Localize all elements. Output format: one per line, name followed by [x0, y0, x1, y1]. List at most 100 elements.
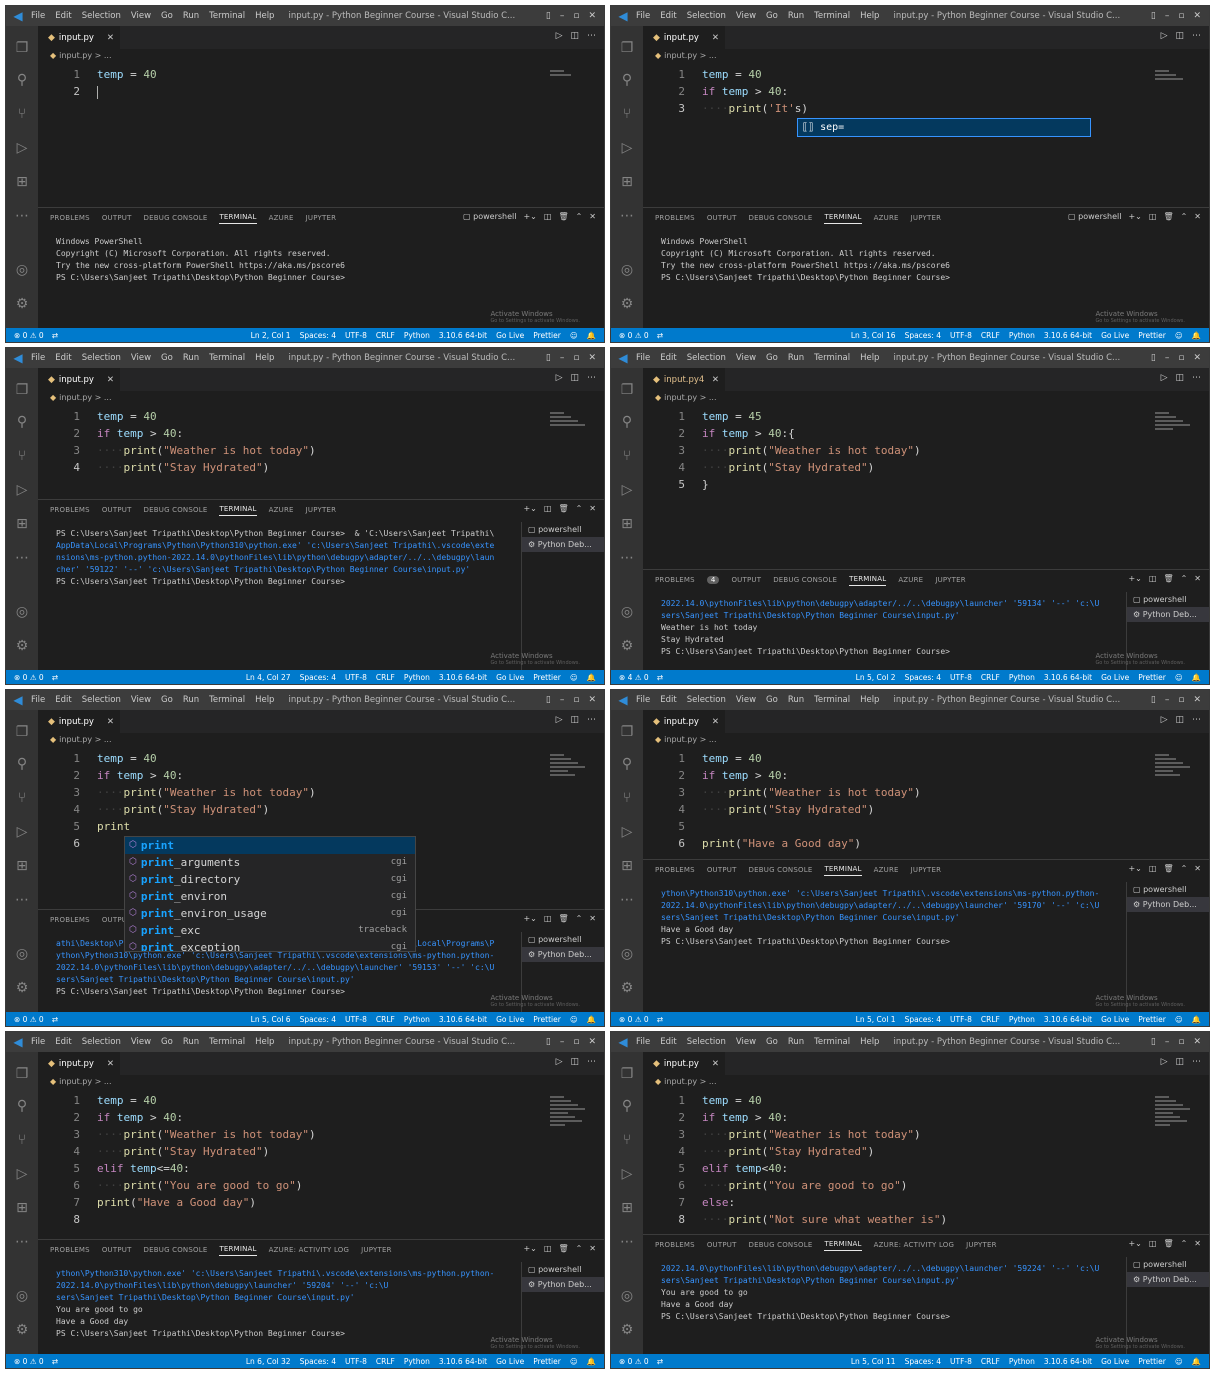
- new-terminal-icon[interactable]: +⌄: [1128, 574, 1141, 583]
- close-button[interactable]: ✕: [1193, 695, 1201, 705]
- notifications-icon[interactable]: 🔔: [1192, 1357, 1201, 1366]
- status-language[interactable]: Python: [1009, 331, 1035, 340]
- layout-icon[interactable]: ▯: [546, 1037, 551, 1047]
- run-debug-icon[interactable]: ▷: [12, 1164, 32, 1184]
- panel-tab-problems[interactable]: PROBLEMS: [655, 576, 695, 584]
- run-file-icon[interactable]: ▷: [556, 373, 563, 383]
- panel-tab-output[interactable]: OUTPUT: [707, 1241, 737, 1249]
- tab-input-py[interactable]: ◆ input.py ✕: [38, 368, 120, 391]
- run-debug-icon[interactable]: ▷: [12, 138, 32, 158]
- new-terminal-icon[interactable]: +⌄: [523, 212, 536, 221]
- files-icon[interactable]: ❐: [617, 380, 637, 400]
- status-prettier[interactable]: Prettier: [1138, 331, 1166, 340]
- search-icon[interactable]: ⚲: [12, 70, 32, 90]
- panel-tab-jupyter[interactable]: JUPYTER: [361, 1246, 392, 1254]
- minimap[interactable]: [1155, 1096, 1195, 1136]
- status-language[interactable]: Python: [404, 1357, 430, 1366]
- menu-item-run[interactable]: Run: [788, 695, 804, 705]
- status-indentation[interactable]: Spaces: 4: [300, 673, 336, 682]
- account-icon[interactable]: ◎: [617, 260, 637, 280]
- split-editor-icon[interactable]: ◫: [1175, 31, 1184, 41]
- status-indentation[interactable]: Spaces: 4: [905, 1015, 941, 1024]
- close-panel-icon[interactable]: ✕: [1194, 1239, 1201, 1248]
- menu-item-view[interactable]: View: [131, 1037, 151, 1047]
- status-cursor-position[interactable]: Ln 5, Col 11: [851, 1357, 896, 1366]
- terminal-output[interactable]: 2022.14.0\pythonFiles\lib\python\debugpy…: [661, 1263, 1117, 1352]
- new-terminal-icon[interactable]: +⌄: [1128, 1239, 1141, 1248]
- status-go-live[interactable]: Go Live: [496, 1357, 524, 1366]
- extensions-icon[interactable]: ⊞: [617, 856, 637, 876]
- kill-terminal-icon[interactable]: 🗑: [558, 1244, 568, 1253]
- status-language[interactable]: Python: [404, 331, 430, 340]
- close-panel-icon[interactable]: ✕: [589, 914, 596, 923]
- status-prettier[interactable]: Prettier: [1138, 1015, 1166, 1024]
- menu-item-selection[interactable]: Selection: [82, 695, 121, 705]
- kill-terminal-icon[interactable]: 🗑: [558, 212, 568, 221]
- status-go-live[interactable]: Go Live: [1101, 331, 1129, 340]
- tab-close-icon[interactable]: ✕: [107, 717, 114, 727]
- notifications-icon[interactable]: 🔔: [587, 673, 596, 682]
- files-icon[interactable]: ❐: [617, 38, 637, 58]
- maximize-panel-icon[interactable]: ⌃: [576, 914, 583, 923]
- code-editor[interactable]: 1 temp = 40 2 if temp > 40: 3 ····print("Weat…: [643, 1092, 1209, 1228]
- menu-item-terminal[interactable]: Terminal: [814, 353, 850, 363]
- terminal-list-item[interactable]: ▢ powershell: [522, 1262, 604, 1277]
- menu-item-go[interactable]: Go: [161, 353, 173, 363]
- status-prettier[interactable]: Prettier: [533, 1015, 561, 1024]
- status-prettier[interactable]: Prettier: [533, 331, 561, 340]
- menu-item-view[interactable]: View: [736, 11, 756, 21]
- breadcrumb[interactable]: ◆ input.py > ...: [655, 393, 717, 402]
- status-language[interactable]: Python: [1009, 1357, 1035, 1366]
- menu-item-go[interactable]: Go: [766, 1037, 778, 1047]
- kill-terminal-icon[interactable]: 🗑: [1163, 864, 1173, 873]
- close-panel-icon[interactable]: ✕: [589, 212, 596, 221]
- more-icon[interactable]: ⋯: [12, 890, 32, 910]
- source-control-icon[interactable]: ⑂: [617, 788, 637, 808]
- settings-gear-icon[interactable]: ⚙: [617, 294, 637, 314]
- panel-tab-problems[interactable]: PROBLEMS: [50, 506, 90, 514]
- extensions-icon[interactable]: ⊞: [12, 856, 32, 876]
- maximize-button[interactable]: ▫: [573, 353, 579, 363]
- menu-item-run[interactable]: Run: [788, 1037, 804, 1047]
- panel-tab-terminal[interactable]: TERMINAL: [824, 865, 862, 876]
- live-share-icon[interactable]: ⇄: [52, 673, 58, 682]
- menu-item-help[interactable]: Help: [255, 695, 274, 705]
- menu-item-file[interactable]: File: [636, 1037, 650, 1047]
- settings-gear-icon[interactable]: ⚙: [617, 636, 637, 656]
- autocomplete-item[interactable]: ⬡ print: [125, 837, 415, 854]
- panel-tab-output[interactable]: OUTPUT: [102, 214, 132, 222]
- menu-item-edit[interactable]: Edit: [660, 11, 676, 21]
- files-icon[interactable]: ❐: [617, 722, 637, 742]
- more-actions-icon[interactable]: ⋯: [587, 715, 596, 725]
- tab-input-py[interactable]: ◆ input.py ✕: [643, 26, 725, 49]
- more-icon[interactable]: ⋯: [617, 548, 637, 568]
- menu-item-edit[interactable]: Edit: [660, 1037, 676, 1047]
- menu-item-selection[interactable]: Selection: [687, 353, 726, 363]
- menu-item-go[interactable]: Go: [766, 695, 778, 705]
- autocomplete-item[interactable]: ⬡ print _environ_usage cgi: [125, 905, 415, 922]
- feedback-icon[interactable]: ☺: [570, 673, 578, 682]
- search-icon[interactable]: ⚲: [617, 1096, 637, 1116]
- status-go-live[interactable]: Go Live: [1101, 673, 1129, 682]
- kill-terminal-icon[interactable]: 🗑: [558, 504, 568, 513]
- menu-item-edit[interactable]: Edit: [55, 695, 71, 705]
- panel-tab-output[interactable]: OUTPUT: [707, 214, 737, 222]
- status-encoding[interactable]: UTF-8: [950, 331, 972, 340]
- search-icon[interactable]: ⚲: [12, 412, 32, 432]
- panel-tab-debug-console[interactable]: DEBUG CONSOLE: [749, 214, 813, 222]
- more-icon[interactable]: ⋯: [617, 206, 637, 226]
- terminal-output[interactable]: ython\Python310\python.exe' 'c:\Users\Sa…: [56, 1268, 512, 1352]
- terminal-list-item[interactable]: ⚙ Python Deb...: [1127, 897, 1209, 912]
- panel-tab-problems[interactable]: PROBLEMS: [50, 1246, 90, 1254]
- layout-icon[interactable]: ▯: [1151, 11, 1156, 21]
- panel-tab-jupyter[interactable]: JUPYTER: [911, 214, 942, 222]
- live-share-icon[interactable]: ⇄: [52, 331, 58, 340]
- maximize-panel-icon[interactable]: ⌃: [1181, 574, 1188, 583]
- panel-tab-debug-console[interactable]: DEBUG CONSOLE: [749, 866, 813, 874]
- status-eol[interactable]: CRLF: [981, 673, 1000, 682]
- split-terminal-icon[interactable]: ◫: [1149, 212, 1157, 221]
- extensions-icon[interactable]: ⊞: [12, 172, 32, 192]
- source-control-icon[interactable]: ⑂: [12, 1130, 32, 1150]
- menu-item-selection[interactable]: Selection: [687, 1037, 726, 1047]
- status-go-live[interactable]: Go Live: [1101, 1357, 1129, 1366]
